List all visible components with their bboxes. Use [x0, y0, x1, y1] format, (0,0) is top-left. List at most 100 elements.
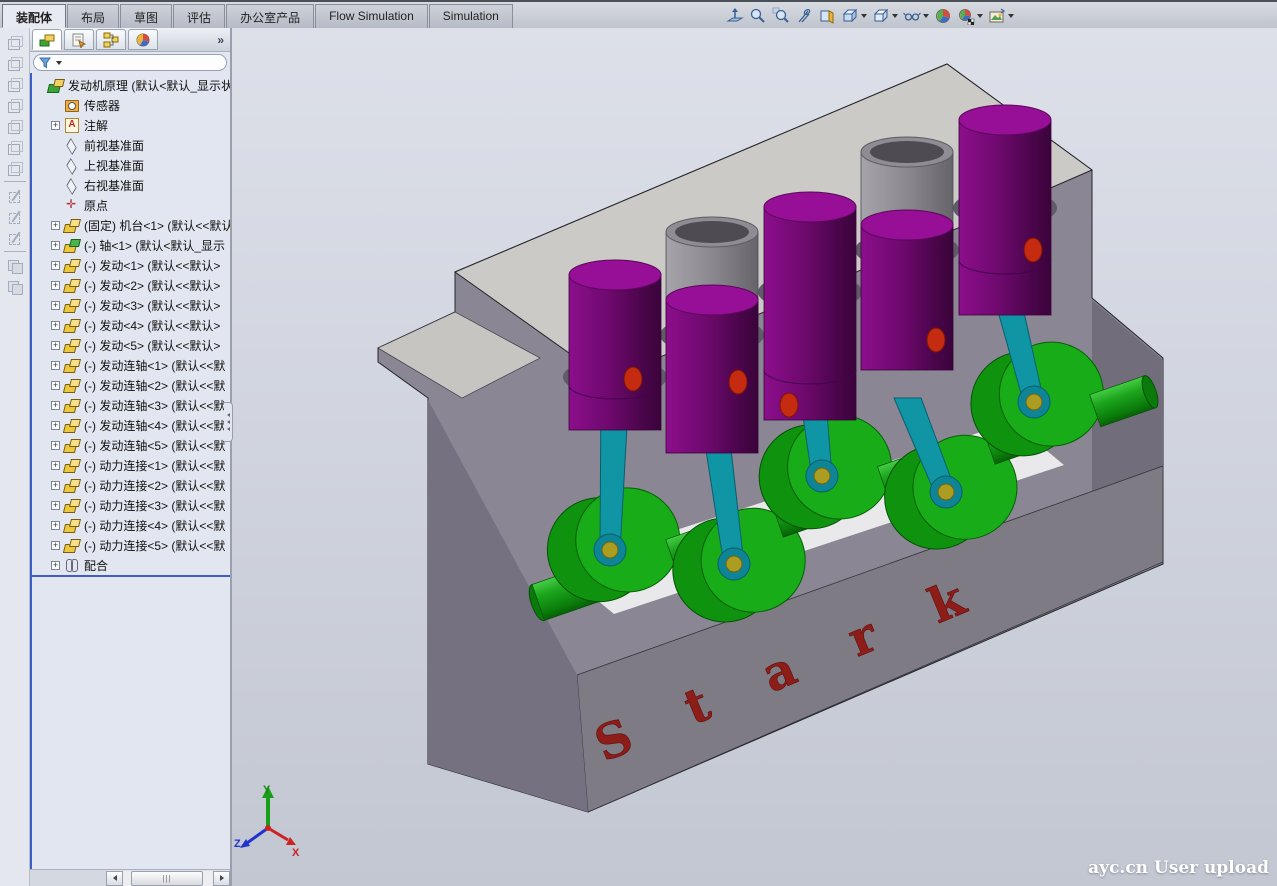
panel-collapse-handle[interactable]	[224, 402, 233, 442]
tab-flow-simulation[interactable]: Flow Simulation	[315, 4, 428, 28]
filter-caret-icon[interactable]	[56, 61, 62, 65]
expander-icon[interactable]	[51, 441, 60, 450]
tree-item-donglilianjie-1[interactable]: (-) 动力连接<1> (默认<<默	[32, 455, 230, 475]
3d-sketch-icon[interactable]	[7, 210, 23, 224]
zoom-in-out-icon[interactable]	[748, 5, 768, 27]
tree-item-fadong-4[interactable]: (-) 发动<4> (默认<<默认>	[32, 315, 230, 335]
tab-sketch[interactable]: 草图	[120, 4, 172, 28]
expander-icon[interactable]	[51, 541, 60, 550]
expander-icon[interactable]	[51, 221, 60, 230]
tree-item-fadong-5[interactable]: (-) 发动<5> (默认<<默认>	[32, 335, 230, 355]
expander-icon[interactable]	[51, 561, 60, 570]
tab-evaluate[interactable]: 评估	[173, 4, 225, 28]
tree-item-root[interactable]: 发动机原理 (默认<默认_显示状	[32, 75, 230, 95]
dropdown-caret[interactable]	[1008, 14, 1014, 18]
view-settings-icon[interactable]	[956, 5, 984, 27]
tree-item-top-plane[interactable]: 上视基准面	[32, 155, 230, 175]
scrollbar-thumb[interactable]: |||	[131, 871, 203, 886]
expander-icon[interactable]	[51, 461, 60, 470]
graphics-viewport[interactable]: Stark	[232, 28, 1277, 886]
tree-item-fadong-3[interactable]: (-) 发动<3> (默认<<默认>	[32, 295, 230, 315]
tab-simulation[interactable]: Simulation	[429, 4, 513, 28]
standard-view-2-icon[interactable]	[7, 56, 23, 70]
tree-item-donglilianjie-4[interactable]: (-) 动力连接<4> (默认<<默	[32, 515, 230, 535]
isometric-view-icon[interactable]	[7, 161, 23, 175]
tab-office-products[interactable]: 办公室产品	[226, 4, 314, 28]
standard-view-4-icon[interactable]	[7, 98, 23, 112]
tree-item-donglilianjie-2[interactable]: (-) 动力连接<2> (默认<<默	[32, 475, 230, 495]
standard-views-icon[interactable]	[840, 5, 868, 27]
piston-1[interactable]	[569, 260, 661, 430]
expander-icon[interactable]	[51, 241, 60, 250]
featuremanager-tab[interactable]	[32, 29, 62, 50]
expander-icon[interactable]	[51, 361, 60, 370]
expander-icon[interactable]	[51, 341, 60, 350]
camera-view-icon[interactable]	[987, 5, 1015, 27]
expander-icon[interactable]	[51, 481, 60, 490]
tree-item-origin[interactable]: 原点	[32, 195, 230, 215]
standard-view-5-icon[interactable]	[7, 119, 23, 133]
tree-item-fadong-1[interactable]: (-) 发动<1> (默认<<默认>	[32, 255, 230, 275]
piston-2[interactable]	[666, 285, 758, 453]
tree-item-fadonglianzhou-2[interactable]: (-) 发动连轴<2> (默认<<默	[32, 375, 230, 395]
panel-overflow-chevron[interactable]: »	[217, 33, 228, 47]
tree-item-zhou-1[interactable]: (-) 轴<1> (默认<默认_显示	[32, 235, 230, 255]
expander-icon[interactable]	[51, 301, 60, 310]
tree-item-front-plane[interactable]: 前视基准面	[32, 135, 230, 155]
displaymanager-tab[interactable]	[128, 29, 158, 50]
propertymanager-tab[interactable]	[64, 29, 94, 50]
sketch-icon[interactable]	[7, 189, 23, 203]
selection-stack-2-icon[interactable]	[7, 280, 23, 294]
tree-item-fadonglianzhou-4[interactable]: (-) 发动连轴<4> (默认<<默	[32, 415, 230, 435]
apply-scene-icon[interactable]	[933, 5, 953, 27]
piston-3[interactable]	[764, 192, 856, 420]
expander-icon[interactable]	[51, 401, 60, 410]
panel-horizontal-scrollbar[interactable]: |||	[30, 869, 230, 886]
tree-item-right-plane[interactable]: 右视基准面	[32, 175, 230, 195]
tree-item-fadonglianzhou-5[interactable]: (-) 发动连轴<5> (默认<<默	[32, 435, 230, 455]
reference-geometry-icon[interactable]	[7, 231, 23, 245]
zoom-to-area-icon[interactable]	[771, 5, 791, 27]
expander-icon[interactable]	[51, 261, 60, 270]
tree-item-mates[interactable]: 配合	[32, 555, 230, 575]
tree-item-fadonglianzhou-1[interactable]: (-) 发动连轴<1> (默认<<默	[32, 355, 230, 375]
tree-item-sensors[interactable]: 传感器	[32, 95, 230, 115]
tab-assembly[interactable]: 装配体	[2, 4, 66, 28]
expander-icon[interactable]	[51, 501, 60, 510]
tab-layout[interactable]: 布局	[67, 4, 119, 28]
section-view-icon[interactable]	[794, 5, 814, 27]
hide-show-items-icon[interactable]	[902, 5, 930, 27]
standard-view-6-icon[interactable]	[7, 140, 23, 154]
expander-icon[interactable]	[51, 421, 60, 430]
expander-icon[interactable]	[51, 121, 60, 130]
scroll-right-button[interactable]	[213, 871, 230, 886]
tree-item-fadonglianzhou-3[interactable]: (-) 发动连轴<3> (默认<<默	[32, 395, 230, 415]
normal-to-icon[interactable]	[725, 5, 745, 27]
tree-item-donglilianjie-3[interactable]: (-) 动力连接<3> (默认<<默	[32, 495, 230, 515]
solidworks-window: 装配体 布局 草图 评估 办公室产品 Flow Simulation Simul…	[0, 0, 1277, 886]
tree-item-fadong-2[interactable]: (-) 发动<2> (默认<<默认>	[32, 275, 230, 295]
piston-5[interactable]	[959, 105, 1051, 315]
toolbar-separator	[4, 251, 26, 252]
expander-icon[interactable]	[51, 281, 60, 290]
expander-icon[interactable]	[51, 381, 60, 390]
standard-view-3-icon[interactable]	[7, 77, 23, 91]
standard-view-1-icon[interactable]	[7, 35, 23, 49]
dropdown-caret[interactable]	[892, 14, 898, 18]
scroll-left-button[interactable]	[106, 871, 123, 886]
tree-item-annotations[interactable]: 注解	[32, 115, 230, 135]
dropdown-caret[interactable]	[861, 14, 867, 18]
expander-icon[interactable]	[51, 321, 60, 330]
dropdown-caret[interactable]	[923, 14, 929, 18]
tree-item-donglilianjie-5[interactable]: (-) 动力连接<5> (默认<<默	[32, 535, 230, 555]
display-style-icon[interactable]	[871, 5, 899, 27]
tree-item-jitai-1[interactable]: (固定) 机台<1> (默认<<默认	[32, 215, 230, 235]
filter-input[interactable]	[33, 54, 227, 71]
view-orientation-icon[interactable]	[817, 5, 837, 27]
dropdown-caret[interactable]	[977, 14, 983, 18]
scrollbar-track[interactable]: |||	[123, 871, 213, 886]
configurationmanager-tab[interactable]	[96, 29, 126, 50]
piston-4[interactable]	[861, 210, 953, 370]
expander-icon[interactable]	[51, 521, 60, 530]
selection-stack-1-icon[interactable]	[7, 259, 23, 273]
